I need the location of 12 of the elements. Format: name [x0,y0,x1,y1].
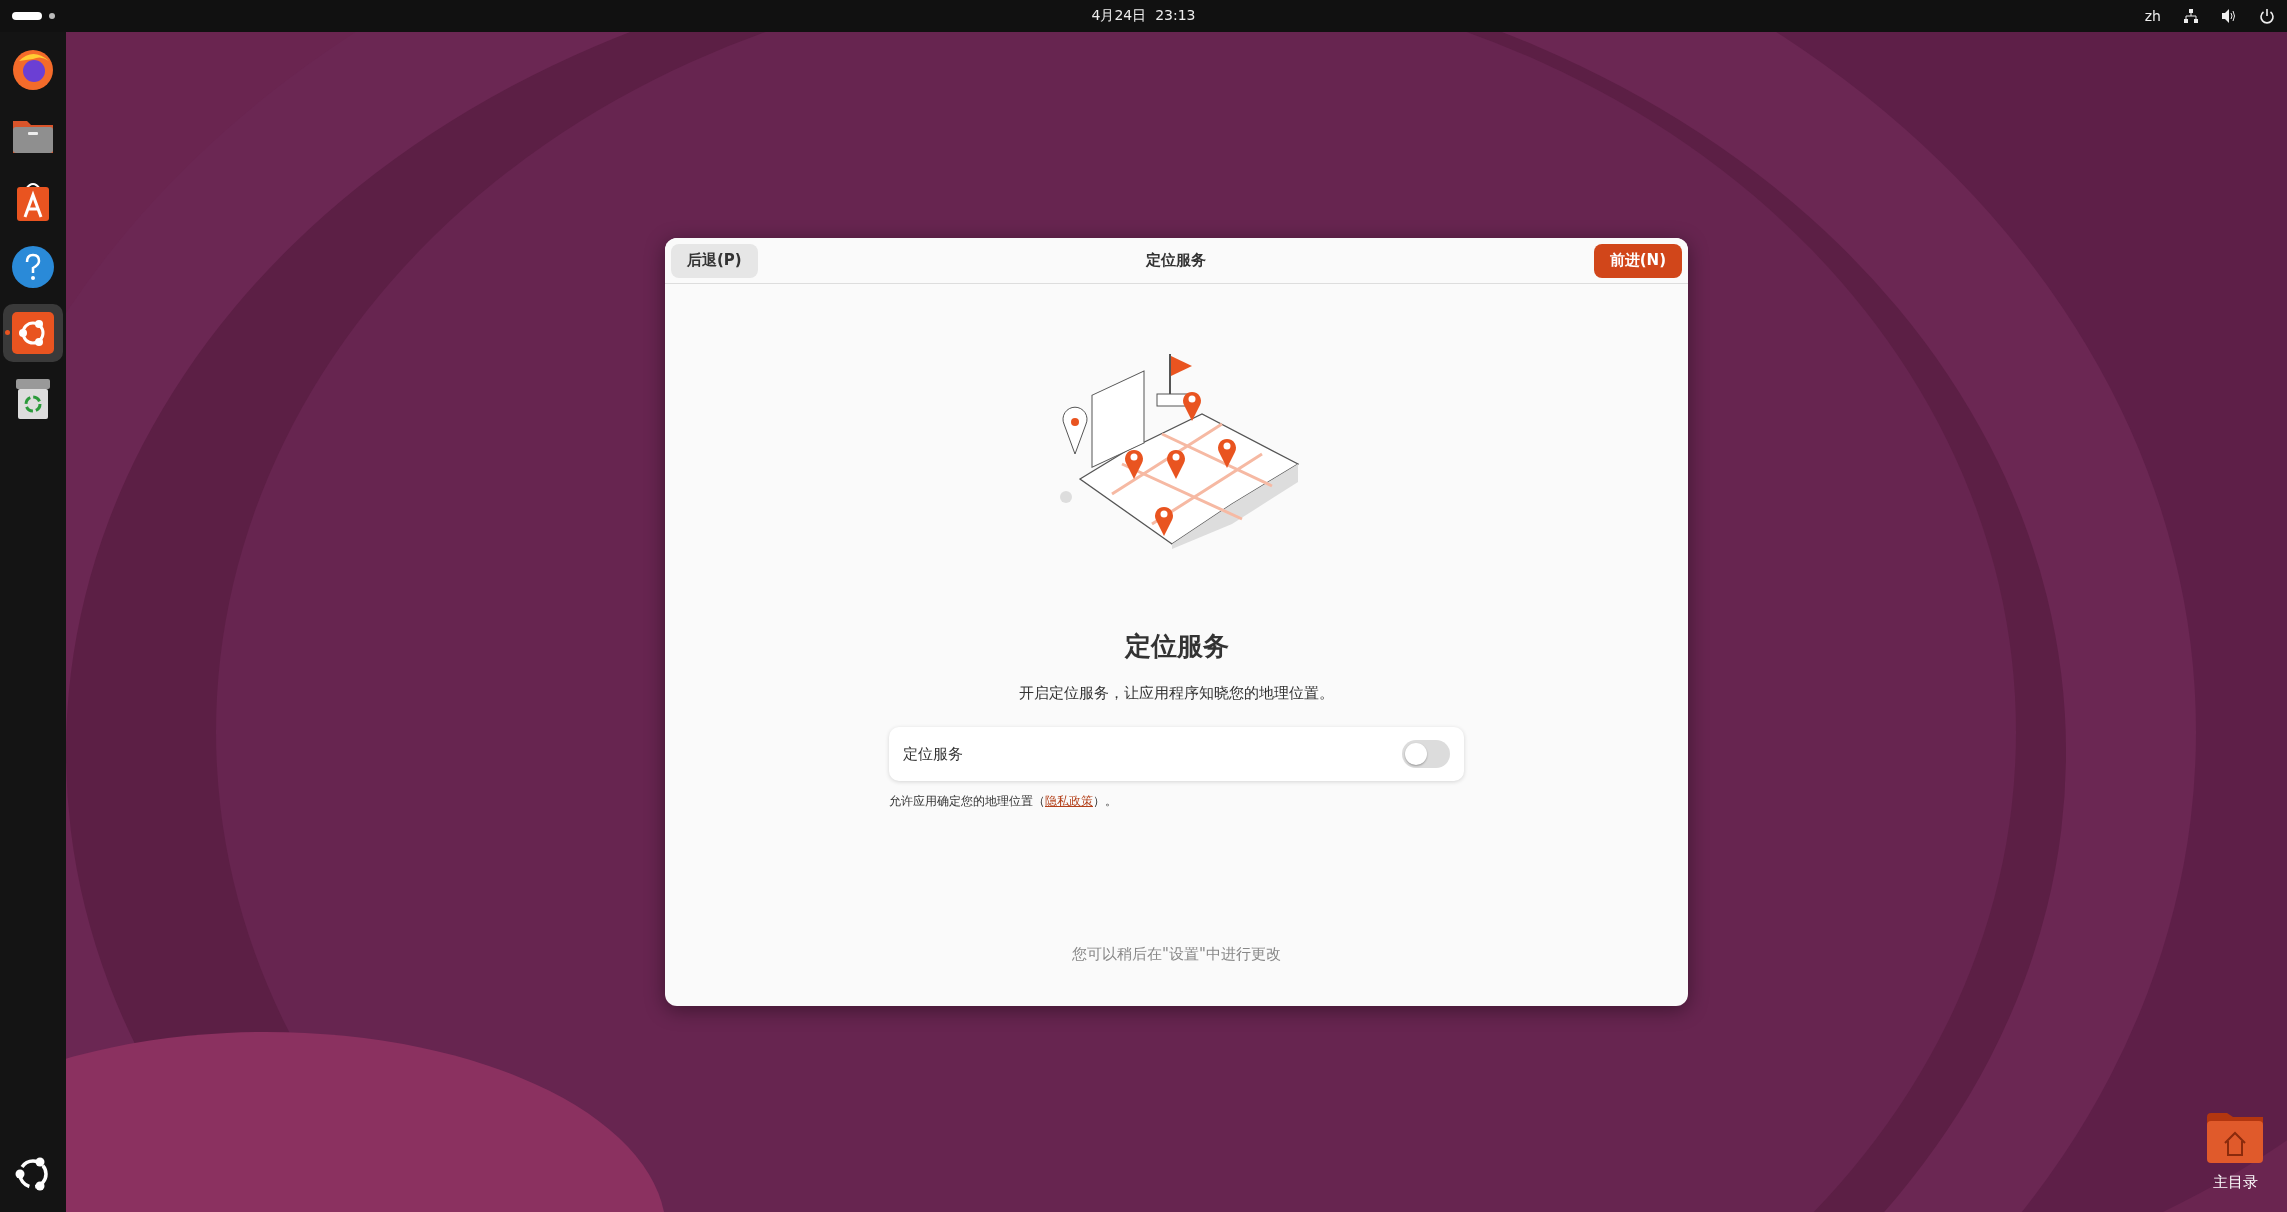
language-indicator[interactable]: zh [2144,8,2161,24]
home-folder-label[interactable]: 主目录 [2212,1173,2258,1192]
privacy-link[interactable]: 隐私政策 [1045,794,1093,808]
page-description: 开启定位服务，让应用程序知晓您的地理位置。 [1019,684,1334,703]
privacy-note: 允许应用确定您的地理位置（隐私政策）。 [889,793,1118,810]
next-button[interactable]: 前进(N) [1593,243,1682,278]
back-button[interactable]: 后退(P) [671,243,758,278]
dialog-title: 定位服务 [1145,251,1206,270]
clock[interactable]: 4月24日 23:13 [1091,7,1196,25]
footer-hint: 您可以稍后在"设置"中进行更改 [1072,945,1281,964]
page-heading: 定位服务 [1124,630,1229,663]
setting-label: 定位服务 [903,744,963,764]
